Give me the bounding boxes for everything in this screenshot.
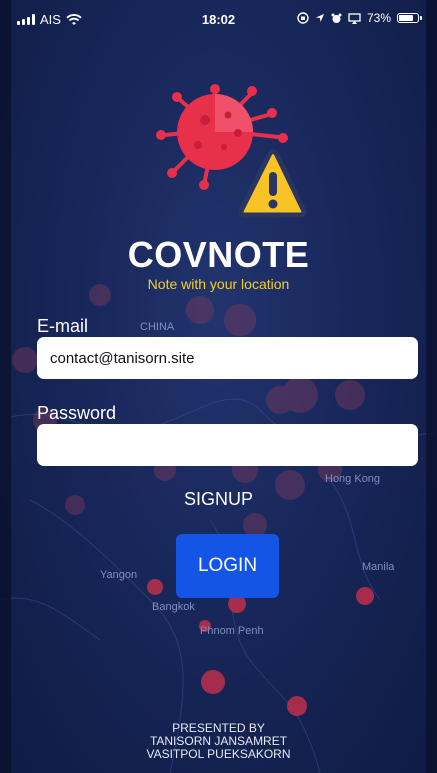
screen-mirroring-icon xyxy=(348,12,361,24)
map-label-hong-kong: Hong Kong xyxy=(325,473,380,485)
password-label: Password xyxy=(37,403,117,423)
battery-icon xyxy=(397,13,422,23)
battery-percentage: 73% xyxy=(366,11,391,25)
credits-footer: PRESENTED BY TANISORN JANSAMRET VASITPOL… xyxy=(0,722,437,761)
right-edge xyxy=(426,0,437,773)
left-edge xyxy=(0,0,11,773)
email-field[interactable] xyxy=(37,337,418,379)
email-label: E-mail xyxy=(37,316,89,336)
orientation-lock-icon xyxy=(297,12,309,24)
map-label-yangon: Yangon xyxy=(100,569,137,581)
login-button[interactable]: LOGIN xyxy=(176,534,279,598)
map-label-manila: Manila xyxy=(362,561,395,573)
signup-link[interactable]: SIGNUP xyxy=(0,489,437,510)
app-tagline: Note with your location xyxy=(147,276,290,292)
password-field[interactable] xyxy=(37,424,418,466)
alarm-icon xyxy=(331,13,342,23)
app-title: COVNOTE xyxy=(127,234,310,275)
login-screen: CHINA Hong Kong Yangon Bangkok Phnom Pen… xyxy=(0,0,437,773)
virus-warning-logo xyxy=(156,84,307,218)
map-label-phnom-penh: Phnom Penh xyxy=(200,625,264,637)
credits-author-2: VASITPOL PUEKSAKORN xyxy=(146,747,291,761)
map-label-china: CHINA xyxy=(140,321,175,333)
map-label-bangkok: Bangkok xyxy=(152,601,195,613)
location-icon xyxy=(315,14,324,22)
status-bar: AIS 18:02 73% xyxy=(0,0,437,40)
